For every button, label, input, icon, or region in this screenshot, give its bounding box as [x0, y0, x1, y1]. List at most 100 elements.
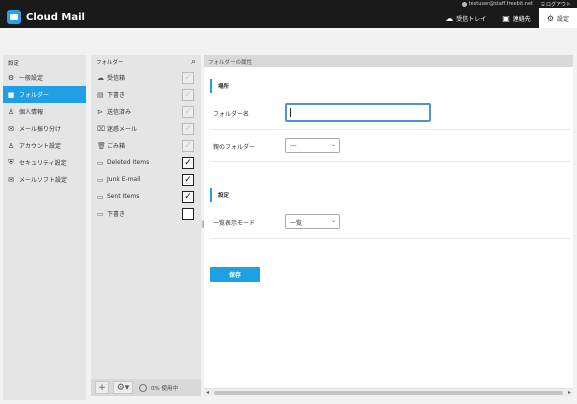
folder-panel-footer: + ⚙▾ 0% 使用中: [91, 379, 201, 396]
nav-contacts-label: 連絡先: [512, 15, 531, 23]
folder-label: Deleted Items: [107, 159, 150, 166]
app-name: Cloud Mail: [26, 11, 85, 23]
folder-actions-button[interactable]: ⚙▾: [113, 381, 133, 394]
folder-properties-panel: フォルダーの属性 場所 フォルダー名 親のフォルダー --- ⌄ 設定 一覧表示…: [204, 55, 573, 396]
nav-contacts[interactable]: ▣ 連絡先: [494, 8, 539, 28]
user-icon: [461, 1, 467, 7]
parent-folder-select[interactable]: --- ⌄: [285, 138, 340, 153]
logout-link[interactable]: ⍈ ログアウト: [541, 1, 571, 8]
sidebar-item-security[interactable]: ⛨ セキュリティ設定: [3, 154, 86, 171]
folder-icon: ▭: [97, 158, 104, 167]
cloud-icon: ☁: [445, 13, 454, 23]
folder-row-junk-email[interactable]: ▭ Junk E-mail ✓: [91, 171, 201, 188]
quota-icon: [139, 383, 147, 392]
settings-sidebar: 設定 ⚙ 一般設定 ■ フォルダー ♙ 個人情報 ✉ メール振り分け ♙ アカウ…: [3, 55, 86, 400]
gear-icon: ⚙: [546, 13, 554, 23]
nav-settings[interactable]: ⚙ 設定: [538, 8, 577, 28]
sidebar-item-mail-client[interactable]: ✉ メールソフト設定: [3, 171, 86, 188]
folder-row-deleted-items[interactable]: ▭ Deleted Items ✓: [91, 154, 201, 171]
add-folder-button[interactable]: +: [95, 381, 109, 394]
sidebar-item-label: セキュリティ設定: [19, 160, 67, 167]
folder-name-input[interactable]: [285, 103, 431, 122]
draft-icon: ▤: [97, 90, 104, 99]
sent-icon: ⊳: [97, 107, 103, 116]
subscribe-checkbox: ✓: [182, 106, 194, 118]
app-header: Cloud Mail ☁ 受信トレイ ▣ 連絡先 ⚙ 設定: [0, 8, 577, 28]
folder-label: 下書き: [107, 211, 126, 218]
chevron-down-icon: ⌄: [330, 217, 336, 224]
sidebar-item-general[interactable]: ⚙ 一般設定: [3, 69, 86, 86]
folder-row-drafts[interactable]: ▤ 下書き ✓: [91, 86, 201, 103]
sidebar-item-label: フォルダー: [19, 92, 50, 99]
header-nav: ☁ 受信トレイ ▣ 連絡先 ⚙ 設定: [437, 8, 577, 28]
settings-sidebar-title: 設定: [8, 61, 20, 67]
scrollbar-thumb[interactable]: [214, 391, 563, 395]
divider: [210, 238, 570, 239]
subscribe-checkbox[interactable]: [182, 208, 194, 220]
folder-label: Junk E-mail: [107, 176, 141, 183]
horizontal-scrollbar[interactable]: ◂ ▸: [204, 388, 573, 396]
folder-name-label: フォルダー名: [213, 111, 250, 118]
properties-header-title: フォルダーの属性: [204, 55, 573, 67]
gear-icon: ⚙▾: [116, 382, 130, 393]
search-icon[interactable]: ⌕: [191, 57, 196, 67]
subscribe-checkbox: ✓: [182, 72, 194, 84]
divider: [210, 129, 570, 130]
folder-label: 受信箱: [107, 75, 126, 82]
nav-inbox-label: 受信トレイ: [456, 15, 487, 23]
folder-row-junk[interactable]: ⌧ 迷惑メール ✓: [91, 120, 201, 137]
save-button-label: 保存: [228, 272, 241, 279]
subscribe-checkbox[interactable]: ✓: [182, 157, 194, 169]
app-logo[interactable]: Cloud Mail: [7, 10, 85, 24]
folder-label: ごみ箱: [107, 143, 126, 150]
junk-icon: ⌧: [97, 124, 106, 133]
folder-panel: フォルダー ⌕ ☁ 受信箱 ✓ ▤ 下書き ✓ ⊳ 送信済み ✓ ⌧ 迷惑メール…: [91, 55, 201, 396]
mail-filter-icon: ✉: [8, 124, 14, 133]
folder-icon: ▭: [97, 192, 104, 201]
view-mode-select[interactable]: 一覧 ⌄: [285, 214, 340, 229]
gear-icon: ⚙: [7, 73, 15, 82]
subscribe-checkbox[interactable]: ✓: [182, 191, 194, 203]
sidebar-item-mail-filter[interactable]: ✉ メール振り分け: [3, 120, 86, 137]
sidebar-item-label: メールソフト設定: [19, 177, 68, 184]
quota-usage-text: 0% 使用中: [151, 385, 178, 392]
mail-client-icon: ✉: [8, 175, 14, 184]
person-icon: ♙: [7, 107, 15, 116]
folder-icon: ▭: [97, 175, 104, 184]
save-button[interactable]: 保存: [210, 267, 260, 282]
folder-row-sent-items[interactable]: ▭ Sent Items ✓: [91, 188, 201, 205]
trash-icon: 🗑: [97, 141, 106, 150]
scroll-right-icon[interactable]: ▸: [568, 389, 571, 396]
divider: [210, 161, 570, 162]
folder-row-inbox[interactable]: ☁ 受信箱 ✓: [91, 69, 201, 86]
section-settings: 設定: [210, 188, 570, 202]
user-info: testuser@staff.freebit.net: [461, 1, 533, 7]
subscribe-checkbox: ✓: [182, 89, 194, 101]
folder-row-sent[interactable]: ⊳ 送信済み ✓: [91, 103, 201, 120]
section-location-title: 場所: [218, 84, 230, 90]
sidebar-item-account[interactable]: ♙ アカウント設定: [3, 137, 86, 154]
contacts-icon: ▣: [502, 13, 510, 23]
text-caret: [290, 108, 291, 117]
subscribe-checkbox[interactable]: ✓: [182, 174, 194, 186]
folder-label: 送信済み: [107, 109, 132, 116]
inbox-icon: ☁: [97, 73, 104, 82]
cloud-mail-logo-icon: [7, 10, 21, 24]
user-email: testuser@staff.freebit.net: [468, 1, 533, 7]
sidebar-item-personal[interactable]: ♙ 個人情報: [3, 103, 86, 120]
folder-panel-title: フォルダー: [96, 60, 124, 66]
subscribe-checkbox: ✓: [182, 140, 194, 152]
parent-folder-label: 親のフォルダー: [213, 144, 256, 151]
view-mode-label: 一覧表示モード: [213, 220, 256, 227]
nav-inbox[interactable]: ☁ 受信トレイ: [437, 8, 494, 28]
parent-folder-value: ---: [290, 142, 297, 149]
sidebar-item-folder[interactable]: ■ フォルダー: [3, 86, 86, 103]
section-location: 場所: [210, 79, 570, 93]
folder-row-drafts-custom[interactable]: ▭ 下書き: [91, 205, 201, 222]
security-icon: ⛨: [8, 158, 14, 166]
sidebar-item-label: メール振り分け: [19, 126, 62, 133]
sidebar-item-label: 個人情報: [19, 109, 44, 116]
folder-row-trash[interactable]: 🗑 ごみ箱 ✓: [91, 137, 201, 154]
view-mode-value: 一覧: [290, 220, 303, 227]
scroll-left-icon[interactable]: ◂: [206, 389, 209, 396]
